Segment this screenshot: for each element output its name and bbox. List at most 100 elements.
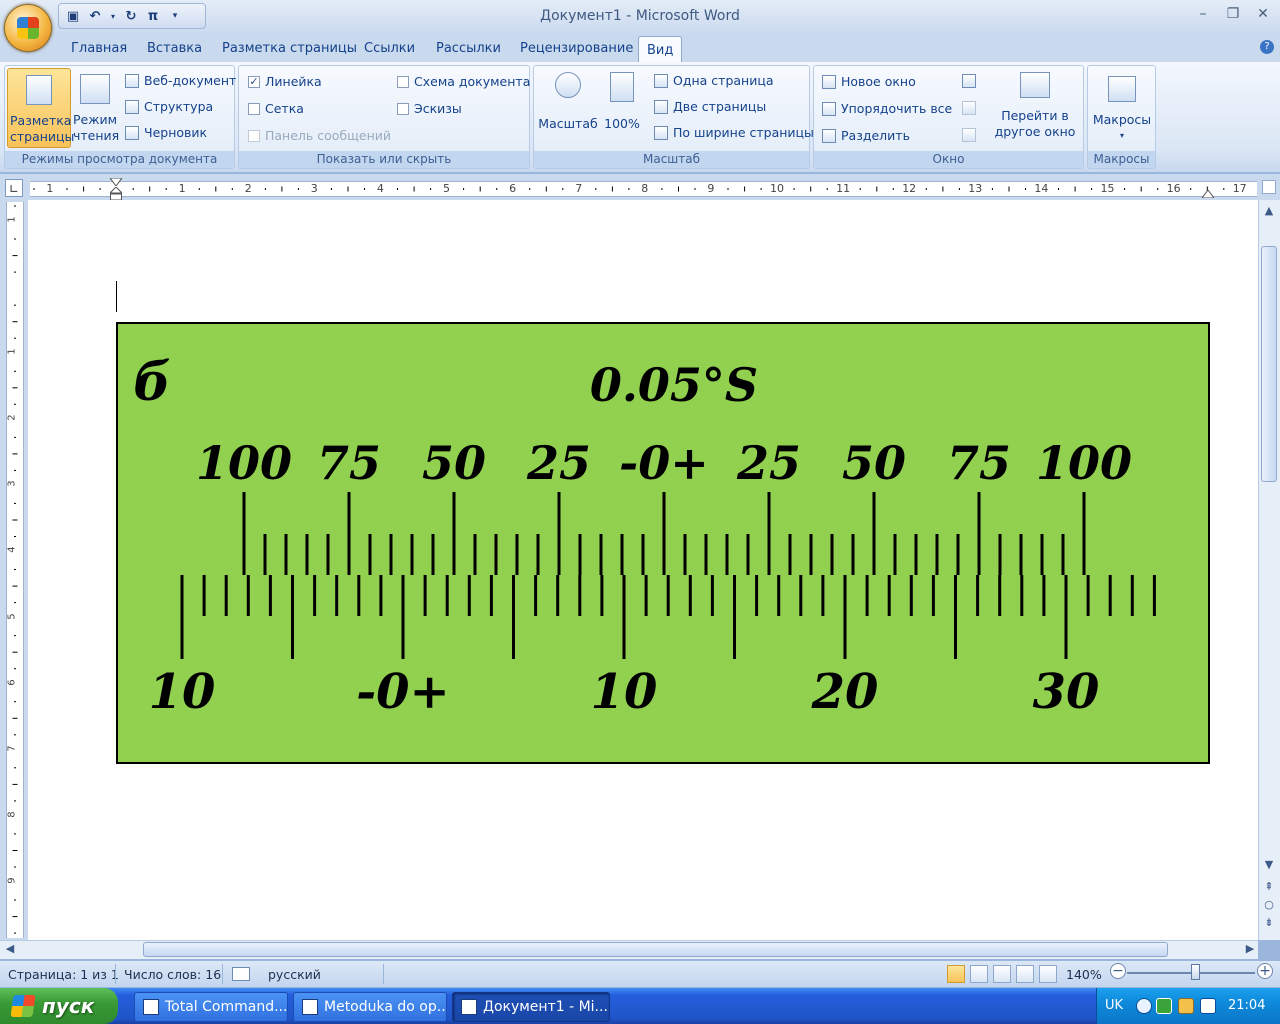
group-show-hide: ✓ Линейка Сетка Панель сообщений Схема до…	[238, 65, 530, 169]
zoom-button[interactable]: Масштаб	[536, 72, 600, 132]
checkbox-box	[248, 102, 260, 115]
outline-button[interactable]: Структура	[125, 99, 213, 114]
group-zoom: Масштаб 100% Одна страница Две страницы …	[533, 65, 814, 169]
message-bar-label: Панель сообщений	[265, 128, 392, 143]
one-page-button[interactable]: Одна страница	[654, 73, 774, 88]
outline-label: Структура	[144, 99, 214, 114]
group-macros: Макросы ▾ Макросы	[1087, 65, 1156, 169]
side-by-side-icon[interactable]	[962, 74, 976, 88]
tray-media-icon[interactable]	[1200, 998, 1216, 1014]
tab-mailings[interactable]: Рассылки	[436, 41, 501, 56]
tab-home[interactable]: Главная	[71, 41, 127, 56]
tray-app-icon[interactable]	[1156, 998, 1172, 1014]
grid-checkbox[interactable]: Сетка	[248, 101, 304, 116]
tray-arrow-icon[interactable]	[1136, 998, 1152, 1014]
print-layout-view-icon[interactable]	[947, 965, 965, 983]
web-layout-button[interactable]: Веб-документ	[125, 73, 236, 88]
close-button[interactable]: ✕	[1252, 6, 1274, 24]
office-button[interactable]	[4, 4, 52, 52]
web-view-icon[interactable]	[993, 965, 1011, 983]
task-label: Документ1 - Mi...	[483, 999, 608, 1015]
scroll-left-icon[interactable]: ◀	[0, 942, 20, 955]
switch-windows-label: Перейти в другое окно	[994, 108, 1076, 139]
ruler-number: 3	[310, 182, 318, 195]
horizontal-ruler-band[interactable]: 1 1 2 3 4 5 6 7 8 9 10 11 12 13 14 15 16 17	[30, 181, 1257, 197]
taskbar-item-total-commander[interactable]: Total Command...	[134, 992, 288, 1022]
tab-page-layout[interactable]: Разметка страницы	[222, 41, 357, 56]
status-separator	[383, 964, 384, 984]
sync-scroll-icon	[962, 101, 976, 115]
arrange-all-button[interactable]: Упорядочить все	[822, 101, 952, 116]
checkbox-box-disabled	[248, 129, 260, 142]
previous-page-icon[interactable]: ⇞	[1259, 880, 1279, 893]
print-layout-button[interactable]: Разметка страницы	[7, 68, 74, 148]
total-commander-icon	[143, 999, 159, 1015]
thumbnails-checkbox[interactable]: Эскизы	[397, 101, 462, 116]
zoom-100-label: 100%	[604, 116, 640, 131]
ruler-checkbox[interactable]: ✓ Линейка	[248, 74, 322, 89]
scroll-up-icon[interactable]: ▲	[1259, 204, 1279, 217]
book-icon	[80, 74, 110, 104]
first-line-indent-marker[interactable]	[109, 175, 123, 187]
switch-windows-icon	[1020, 72, 1050, 98]
vertical-ruler-number: 4	[6, 546, 18, 554]
page-width-button[interactable]: По ширине страницы	[654, 125, 814, 140]
vertical-ruler-number: 7	[6, 745, 18, 752]
reading-layout-button[interactable]: Режим чтения	[73, 74, 119, 144]
new-window-button[interactable]: Новое окно	[822, 74, 916, 89]
one-page-icon	[654, 73, 668, 88]
language-indicator[interactable]: русский	[268, 967, 321, 982]
start-button[interactable]: пуск	[0, 988, 118, 1024]
message-bar-checkbox: Панель сообщений	[248, 128, 391, 143]
proofing-icon[interactable]	[232, 967, 250, 981]
zoom-slider-thumb[interactable]	[1190, 964, 1200, 980]
minimize-button[interactable]: –	[1192, 6, 1214, 24]
taskbar-item-document1[interactable]: Документ1 - Mi...	[452, 992, 610, 1022]
tab-selector[interactable]: ∟	[5, 179, 23, 197]
zoom-out-icon[interactable]: −	[1110, 963, 1126, 979]
vertical-ruler-number: 1	[6, 216, 18, 223]
view-ruler-icon[interactable]	[1262, 180, 1276, 194]
tab-insert[interactable]: Вставка	[147, 41, 202, 56]
word-count[interactable]: Число слов: 16	[124, 967, 221, 982]
doc-map-checkbox[interactable]: Схема документа	[397, 74, 530, 89]
zoom-level[interactable]: 140%	[1066, 967, 1102, 982]
switch-windows-button[interactable]: Перейти в другое окно	[990, 72, 1080, 140]
vernier-scale-label: 100	[195, 436, 293, 490]
right-indent-marker[interactable]	[1201, 187, 1215, 199]
main-scale-label: 20	[811, 664, 879, 720]
help-icon[interactable]: ?	[1260, 40, 1274, 54]
page-count[interactable]: Страница: 1 из 1	[8, 967, 119, 982]
ruler-number: 15	[1100, 182, 1115, 195]
zoom-100-button[interactable]: 100%	[600, 72, 644, 132]
checkbox-box	[397, 102, 409, 115]
draft-button[interactable]: Черновик	[125, 125, 207, 140]
reading-view-icon[interactable]	[970, 965, 988, 983]
vertical-scroll-thumb[interactable]	[1261, 246, 1277, 482]
two-pages-button[interactable]: Две страницы	[654, 99, 766, 114]
tab-review[interactable]: Рецензирование	[520, 41, 633, 56]
split-button[interactable]: Разделить	[822, 128, 910, 143]
next-page-icon[interactable]: ⇟	[1259, 916, 1279, 929]
left-indent-marker[interactable]	[108, 186, 124, 201]
macros-button[interactable]: Макросы ▾	[1090, 76, 1154, 144]
tab-view[interactable]: Вид	[638, 36, 683, 63]
tab-references[interactable]: Ссылки	[364, 41, 415, 56]
scroll-down-icon[interactable]: ▼	[1259, 858, 1279, 871]
clock[interactable]: 21:04	[1228, 998, 1265, 1013]
taskbar-item-metoduka[interactable]: Metoduka do op...	[293, 992, 447, 1022]
draft-view-icon[interactable]	[1039, 965, 1057, 983]
zoom-in-icon[interactable]: +	[1257, 963, 1273, 979]
horizontal-scroll-thumb[interactable]	[143, 942, 1168, 957]
vernier-figure[interactable]: б 0.05°S 100 75 50 25 -0+ 25 50 75 100 10 -0+ 10 20…	[116, 322, 1210, 764]
language-bar[interactable]: UK	[1105, 998, 1123, 1013]
new-window-icon	[822, 74, 836, 89]
figure-precision: 0.05°S	[589, 358, 759, 412]
scroll-right-icon[interactable]: ▶	[1240, 942, 1260, 955]
vertical-ruler-band[interactable]: 1 1 2 3 4 5 6 7 8 9	[6, 202, 24, 938]
browse-object-icon[interactable]: ○	[1259, 898, 1279, 911]
word-doc-icon	[461, 999, 477, 1015]
tray-network-icon[interactable]	[1178, 998, 1194, 1014]
outline-view-icon[interactable]	[1016, 965, 1034, 983]
restore-button[interactable]: ❐	[1222, 6, 1244, 24]
